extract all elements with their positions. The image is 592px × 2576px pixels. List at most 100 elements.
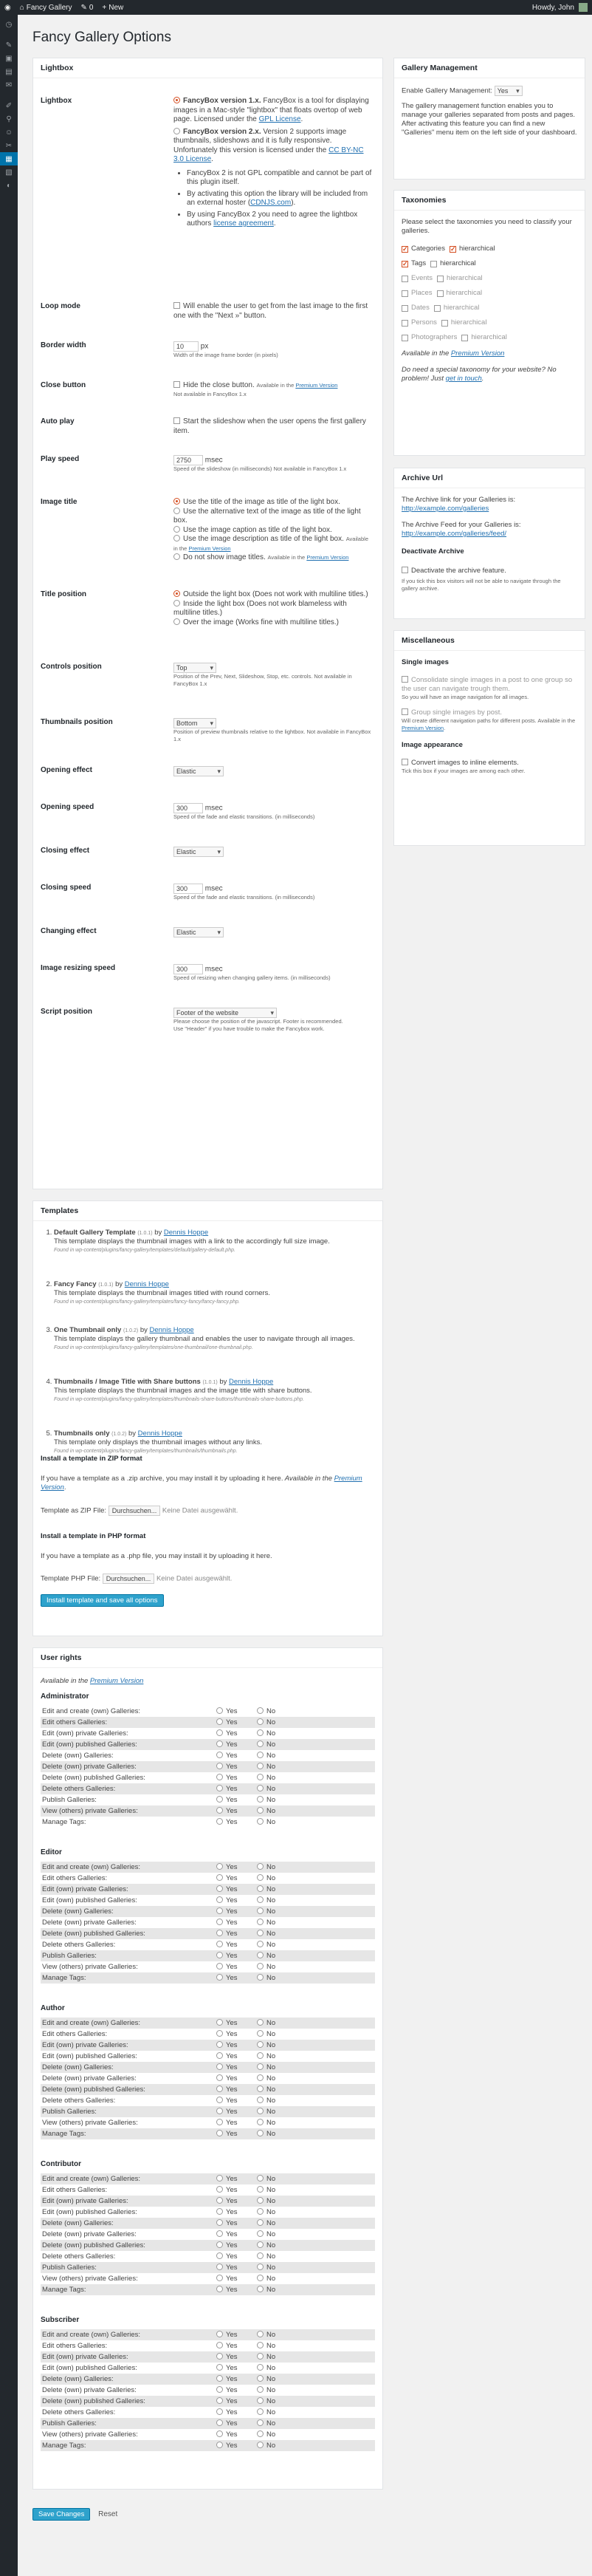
radio-icon[interactable]: [257, 2342, 264, 2348]
fancybox-v2-radio[interactable]: [173, 127, 180, 134]
title-position-option[interactable]: Over the image (Works fine with multilin…: [173, 618, 373, 628]
no-option[interactable]: No: [257, 2186, 301, 2194]
no-option[interactable]: No: [257, 2119, 301, 2127]
thumbnails-position-select[interactable]: Bottom: [173, 718, 216, 728]
no-option[interactable]: No: [257, 2030, 301, 2038]
yes-option[interactable]: Yes: [216, 2442, 257, 2450]
yes-option[interactable]: Yes: [216, 2085, 257, 2094]
radio-icon[interactable]: [216, 1740, 223, 1747]
template-author-link[interactable]: Dennis Hoppe: [150, 1326, 194, 1334]
image-title-option[interactable]: Use the image caption as title of the li…: [173, 525, 373, 536]
radio-icon[interactable]: [257, 1896, 264, 1903]
radio-icon[interactable]: [257, 1963, 264, 1969]
taxonomy-checkbox[interactable]: [402, 275, 408, 282]
radio-icon[interactable]: [257, 2219, 264, 2226]
yes-option[interactable]: Yes: [216, 2097, 257, 2105]
radio-icon[interactable]: [257, 2375, 264, 2382]
radio-icon[interactable]: [257, 2386, 264, 2393]
yes-option[interactable]: Yes: [216, 1818, 257, 1826]
yes-option[interactable]: Yes: [216, 1952, 257, 1960]
title-position-option[interactable]: Outside the light box (Does not work wit…: [173, 590, 373, 600]
radio-icon[interactable]: [173, 507, 180, 514]
no-option[interactable]: No: [257, 2353, 301, 2361]
radio-icon[interactable]: [257, 1941, 264, 1947]
taxonomy-checkbox[interactable]: [402, 290, 408, 297]
opening-speed-input[interactable]: 300: [173, 803, 203, 813]
radio-icon[interactable]: [173, 498, 180, 505]
radio-icon[interactable]: [216, 2108, 223, 2114]
radio-icon[interactable]: [216, 2030, 223, 2037]
image-title-option[interactable]: Use the title of the image as title of t…: [173, 498, 373, 508]
radio-icon[interactable]: [257, 1863, 264, 1870]
yes-option[interactable]: Yes: [216, 1763, 257, 1771]
radio-icon[interactable]: [216, 2397, 223, 2404]
closing-effect-select[interactable]: Elastic: [173, 847, 224, 857]
radio-icon[interactable]: [216, 2208, 223, 2215]
get-in-touch-link[interactable]: get in touch: [446, 375, 482, 383]
radio-icon[interactable]: [216, 2286, 223, 2292]
dashboard-icon[interactable]: ◷: [0, 18, 18, 31]
radio-icon[interactable]: [257, 2275, 264, 2281]
radio-icon[interactable]: [216, 2063, 223, 2070]
radio-icon[interactable]: [257, 2197, 264, 2204]
radio-icon[interactable]: [216, 1729, 223, 1736]
no-option[interactable]: No: [257, 2197, 301, 2205]
users-icon[interactable]: ☺: [0, 126, 18, 139]
radio-icon[interactable]: [216, 1974, 223, 1981]
yes-option[interactable]: Yes: [216, 2019, 257, 2027]
template-author-link[interactable]: Dennis Hoppe: [164, 1229, 208, 1237]
radio-icon[interactable]: [257, 2063, 264, 2070]
no-option[interactable]: No: [257, 2442, 301, 2450]
closing-speed-input[interactable]: 300: [173, 884, 203, 894]
no-option[interactable]: No: [257, 1774, 301, 1782]
no-option[interactable]: No: [257, 2052, 301, 2060]
radio-icon[interactable]: [216, 1752, 223, 1758]
radio-icon[interactable]: [257, 2331, 264, 2337]
radio-icon[interactable]: [257, 2364, 264, 2371]
radio-icon[interactable]: [216, 2386, 223, 2393]
no-option[interactable]: No: [257, 1752, 301, 1760]
radio-icon[interactable]: [257, 2019, 264, 2026]
loop-mode-field[interactable]: Will enable the user to get from the las…: [173, 302, 373, 321]
radio-icon[interactable]: [257, 2241, 264, 2248]
yes-option[interactable]: Yes: [216, 2030, 257, 2038]
radio-icon[interactable]: [216, 1952, 223, 1958]
no-option[interactable]: No: [257, 2419, 301, 2428]
yes-option[interactable]: Yes: [216, 1740, 257, 1749]
yes-option[interactable]: Yes: [216, 2342, 257, 2350]
radio-icon[interactable]: [257, 1763, 264, 1769]
yes-option[interactable]: Yes: [216, 2286, 257, 2294]
no-option[interactable]: No: [257, 1796, 301, 1804]
yes-option[interactable]: Yes: [216, 1919, 257, 1927]
auto-play-field[interactable]: Start the slideshow when the user opens …: [173, 417, 373, 436]
no-option[interactable]: No: [257, 1707, 301, 1715]
deactivate-archive-row[interactable]: Deactivate the archive feature.: [402, 567, 577, 575]
yes-option[interactable]: Yes: [216, 2375, 257, 2383]
radio-icon[interactable]: [216, 2219, 223, 2226]
comments-icon[interactable]: ✉: [0, 78, 18, 92]
no-option[interactable]: No: [257, 1818, 301, 1826]
no-option[interactable]: No: [257, 2019, 301, 2027]
no-option[interactable]: No: [257, 1807, 301, 1815]
php-browse-button[interactable]: Durchsuchen...: [102, 1574, 155, 1584]
radio-icon[interactable]: [216, 2197, 223, 2204]
taxonomy-checkbox[interactable]: [402, 245, 408, 253]
radio-icon[interactable]: [257, 1919, 264, 1925]
hierarchical-checkbox[interactable]: [449, 245, 456, 253]
radio-icon[interactable]: [173, 618, 180, 625]
no-option[interactable]: No: [257, 1941, 301, 1949]
radio-icon[interactable]: [173, 599, 180, 607]
radio-icon[interactable]: [173, 590, 180, 597]
radio-icon[interactable]: [216, 1907, 223, 1914]
radio-icon[interactable]: [257, 1807, 264, 1814]
radio-icon[interactable]: [257, 1729, 264, 1736]
no-option[interactable]: No: [257, 1930, 301, 1938]
taxonomy-checkbox[interactable]: [402, 334, 408, 341]
radio-icon[interactable]: [257, 2175, 264, 2182]
template-author-link[interactable]: Dennis Hoppe: [125, 1280, 169, 1288]
posts-icon[interactable]: ✎: [0, 38, 18, 52]
premium-link[interactable]: Premium Version: [402, 725, 444, 731]
no-option[interactable]: No: [257, 2108, 301, 2116]
radio-icon[interactable]: [216, 1807, 223, 1814]
cdnjs-link[interactable]: CDNJS.com: [250, 199, 291, 207]
